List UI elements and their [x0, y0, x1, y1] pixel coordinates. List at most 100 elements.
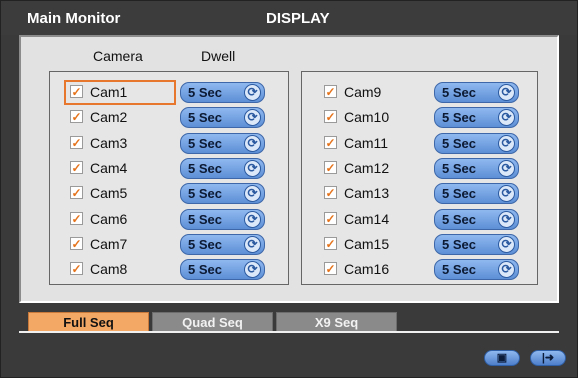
dwell-selector[interactable]: 5 Sec ⟳ [180, 233, 265, 255]
camera-checkbox[interactable]: ✓ [70, 262, 83, 276]
cycle-icon[interactable]: ⟳ [498, 159, 515, 177]
cycle-icon[interactable]: ⟳ [498, 134, 515, 152]
tab-underline [19, 331, 559, 333]
dwell-selector[interactable]: 5 Sec ⟳ [180, 107, 265, 129]
display-title: DISPLAY [266, 10, 330, 27]
checkmark-icon: ✓ [71, 110, 82, 125]
dwell-selector[interactable]: 5 Sec ⟳ [434, 183, 519, 205]
camera-row: ✓ Cam11 5 Sec ⟳ [324, 132, 524, 155]
checkmark-icon: ✓ [325, 160, 336, 175]
cycle-icon[interactable]: ⟳ [244, 134, 261, 152]
save-icon: ▣ [496, 352, 508, 364]
checkmark-icon: ✓ [71, 211, 82, 226]
camera-label: Cam13 [344, 185, 390, 202]
camera-label: Cam8 [90, 261, 128, 278]
title-bar: Main Monitor DISPLAY [1, 1, 577, 35]
camera-row: ✓ Cam7 5 Sec ⟳ [70, 233, 270, 256]
camera-label: Cam10 [344, 109, 390, 126]
checkmark-icon: ✓ [325, 211, 336, 226]
cycle-icon[interactable]: ⟳ [244, 84, 261, 101]
dwell-selector[interactable]: 5 Sec ⟳ [434, 107, 519, 129]
cycle-icon[interactable]: ⟳ [498, 109, 515, 127]
camera-checkbox[interactable]: ✓ [70, 160, 83, 175]
dwell-selector[interactable]: 5 Sec ⟳ [434, 233, 519, 255]
dwell-value: 5 Sec [442, 236, 476, 252]
dwell-selector[interactable]: 5 Sec ⟳ [434, 208, 519, 230]
camera-checkbox[interactable]: ✓ [324, 85, 337, 98]
dwell-selector[interactable]: 5 Sec ⟳ [180, 82, 265, 103]
camera-checkbox[interactable]: ✓ [70, 211, 83, 226]
camera-checkbox[interactable]: ✓ [324, 110, 337, 125]
camera-checkbox[interactable]: ✓ [70, 110, 83, 125]
dwell-value: 5 Sec [442, 186, 476, 202]
camera-row: ✓ Cam5 5 Sec ⟳ [70, 183, 270, 205]
camera-checkbox[interactable]: ✓ [324, 160, 337, 175]
camera-row: ✓ Cam16 5 Sec ⟳ [324, 259, 524, 281]
exit-icon: |➜ [541, 352, 555, 364]
cycle-icon[interactable]: ⟳ [244, 235, 261, 253]
dwell-selector[interactable]: 5 Sec ⟳ [180, 132, 265, 154]
camera-row: ✓ Cam3 5 Sec ⟳ [70, 132, 270, 155]
dwell-selector[interactable]: 5 Sec ⟳ [434, 157, 519, 179]
camera-label: Cam7 [90, 235, 128, 252]
dwell-value: 5 Sec [188, 160, 222, 176]
camera-column-header: Camera [93, 48, 143, 64]
camera-label: Cam11 [344, 134, 389, 151]
dwell-value: 5 Sec [442, 211, 476, 227]
dwell-selector[interactable]: 5 Sec ⟳ [434, 132, 519, 154]
checkmark-icon: ✓ [71, 160, 82, 175]
tab-x9-seq[interactable]: X9 Seq [276, 312, 397, 332]
dwell-selector[interactable]: 5 Sec ⟳ [434, 82, 519, 103]
cycle-icon[interactable]: ⟳ [498, 235, 515, 253]
camera-checkbox[interactable]: ✓ [70, 236, 83, 250]
camera-label: Cam12 [344, 159, 390, 176]
camera-row: ✓ Cam15 5 Sec ⟳ [324, 233, 524, 256]
camera-checkbox[interactable]: ✓ [324, 186, 337, 200]
cycle-icon[interactable]: ⟳ [498, 210, 515, 228]
dwell-selector[interactable]: 5 Sec ⟳ [180, 259, 265, 281]
camera-checkbox[interactable]: ✓ [324, 135, 337, 149]
dwell-value: 5 Sec [442, 262, 476, 278]
checkmark-icon: ✓ [325, 110, 336, 125]
focus-highlight [64, 80, 176, 105]
dwell-value: 5 Sec [188, 186, 222, 202]
dwell-value: 5 Sec [188, 135, 222, 151]
dwell-column-header: Dwell [201, 48, 236, 64]
dwell-selector[interactable]: 5 Sec ⟳ [180, 183, 265, 205]
camera-checkbox[interactable]: ✓ [324, 262, 337, 277]
dwell-selector[interactable]: 5 Sec ⟳ [180, 157, 265, 179]
camera-checkbox[interactable]: ✓ [324, 236, 337, 250]
camera-label: Cam5 [90, 185, 128, 202]
exit-button[interactable]: |➜ [530, 350, 566, 366]
camera-row: ✓ Cam4 5 Sec ⟳ [70, 157, 270, 180]
dwell-value: 5 Sec [188, 236, 222, 252]
cycle-icon[interactable]: ⟳ [498, 185, 515, 203]
camera-checkbox[interactable]: ✓ [70, 135, 83, 149]
camera-label: Cam9 [344, 84, 382, 100]
cycle-icon[interactable]: ⟳ [244, 185, 261, 203]
cycle-icon[interactable]: ⟳ [244, 159, 261, 177]
cycle-icon[interactable]: ⟳ [498, 261, 515, 279]
checkmark-icon: ✓ [325, 85, 336, 99]
tab-quad-seq[interactable]: Quad Seq [152, 312, 273, 332]
dwell-selector[interactable]: 5 Sec ⟳ [434, 259, 519, 281]
dwell-value: 5 Sec [442, 85, 476, 100]
dwell-selector[interactable]: 5 Sec ⟳ [180, 208, 265, 230]
checkmark-icon: ✓ [325, 262, 336, 277]
checkmark-icon: ✓ [71, 186, 82, 201]
cycle-icon[interactable]: ⟳ [498, 84, 515, 101]
camera-label: Cam3 [90, 134, 128, 151]
cycle-icon[interactable]: ⟳ [244, 210, 261, 228]
save-button[interactable]: ▣ [484, 350, 520, 366]
dwell-value: 5 Sec [188, 85, 222, 100]
camera-checkbox[interactable]: ✓ [70, 186, 83, 201]
camera-row: ✓ Cam14 5 Sec ⟳ [324, 208, 524, 231]
dwell-value: 5 Sec [442, 110, 476, 126]
cycle-icon[interactable]: ⟳ [244, 109, 261, 127]
cycle-icon[interactable]: ⟳ [244, 261, 261, 279]
tab-full-seq[interactable]: Full Seq [28, 312, 149, 332]
camera-label: Cam16 [344, 261, 390, 278]
display-dialog: Main Monitor DISPLAY Camera Dwell ✓ Cam1 5… [0, 0, 578, 378]
camera-checkbox[interactable]: ✓ [324, 211, 337, 226]
camera-label: Cam4 [90, 159, 128, 176]
